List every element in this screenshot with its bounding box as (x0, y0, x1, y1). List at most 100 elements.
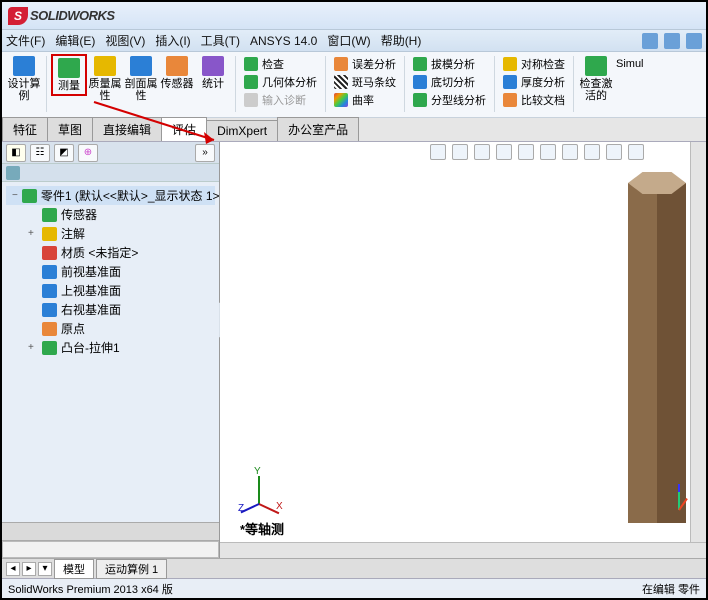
cmd-sensor[interactable]: 传感器 (159, 54, 195, 92)
status-edit-mode: 在编辑 零件 (642, 581, 700, 597)
rtab-features[interactable]: 特征 (2, 117, 48, 141)
cmd-measure[interactable]: 测量 (51, 54, 87, 96)
rtab-sketch[interactable]: 草图 (47, 117, 93, 141)
panel-options[interactable]: » (195, 144, 215, 162)
tree-item-top-plane[interactable]: 上视基准面 (6, 281, 215, 300)
mass-prop-icon (94, 56, 116, 76)
bottom-tab-motion-study[interactable]: 运动算例 1 (96, 559, 167, 579)
cmd-design-study[interactable]: 设计算 例 (6, 54, 42, 104)
zoom-area-icon[interactable] (452, 144, 468, 160)
cmd-simulation[interactable]: Simul (614, 54, 646, 74)
tree-item-origin[interactable]: 原点 (6, 319, 215, 338)
cmd-parting-line-analysis[interactable]: 分型线分析 (413, 92, 486, 108)
panel-tabs[interactable]: ◧ ☷ ◩ ⊕ » (2, 142, 219, 164)
plane-icon (42, 303, 57, 317)
menu-file[interactable]: 文件(F) (6, 32, 45, 49)
ptab-configuration-manager[interactable]: ◩ (54, 144, 74, 162)
logo-text: SOLIDWORKS (30, 8, 115, 23)
rtab-direct-edit[interactable]: 直接编辑 (92, 117, 162, 141)
panel-splitter[interactable] (2, 522, 219, 540)
section-view-icon[interactable] (496, 144, 512, 160)
cmd-geometry-analysis[interactable]: 几何体分析 (244, 74, 317, 90)
annotation-icon (42, 227, 57, 241)
menu-edit[interactable]: 编辑(E) (55, 32, 95, 49)
tree-item-annotations[interactable]: +注解 (6, 224, 215, 243)
zoom-to-fit-icon[interactable] (430, 144, 446, 160)
check-icon (244, 57, 258, 71)
heads-up-toolbar[interactable] (430, 144, 644, 160)
menu-window[interactable]: 窗口(W) (327, 32, 370, 49)
tree-item-boss-extrude1[interactable]: +凸台-拉伸1 (6, 338, 215, 357)
feature-tree[interactable]: − 零件1 (默认<<默认>_显示状态 1> 传感器 +注解 材质 <未指定> … (2, 182, 219, 522)
panel-scrollbar[interactable] (2, 540, 219, 558)
previous-view-icon[interactable] (474, 144, 490, 160)
statistics-icon (202, 56, 224, 76)
bottom-next-icon[interactable]: ▸ (22, 562, 36, 576)
cmd-deviation-analysis[interactable]: 误差分析 (334, 56, 396, 72)
menu-help[interactable]: 帮助(H) (381, 32, 422, 49)
tree-item-right-plane[interactable]: 右视基准面 (6, 300, 215, 319)
ptab-feature-manager[interactable]: ◧ (6, 144, 26, 162)
menu-ansys[interactable]: ANSYS 14.0 (250, 34, 317, 48)
tree-item-material[interactable]: 材质 <未指定> (6, 243, 215, 262)
tree-root[interactable]: − 零件1 (默认<<默认>_显示状态 1> (6, 186, 215, 205)
menu-insert[interactable]: 插入(I) (155, 32, 190, 49)
graphics-viewport[interactable]: YXZ *等轴测 (220, 142, 706, 558)
config-icon: ◩ (59, 147, 68, 158)
bottom-tab-model[interactable]: 模型 (54, 559, 94, 579)
geometry-icon (244, 75, 258, 89)
menu-tools[interactable]: 工具(T) (201, 32, 240, 49)
bottom-list-icon[interactable]: ▾ (38, 562, 52, 576)
edit-appearance-icon[interactable] (584, 144, 600, 160)
cmd-mass-properties[interactable]: 质量属 性 (87, 54, 123, 104)
rtab-office-products[interactable]: 办公室产品 (277, 117, 359, 141)
rtab-dimxpert[interactable]: DimXpert (206, 120, 278, 141)
dimxpert-icon: ⊕ (84, 147, 92, 158)
menu-bar[interactable]: 文件(F) 编辑(E) 视图(V) 插入(I) 工具(T) ANSYS 14.0… (2, 30, 706, 52)
cmd-zebra-stripes[interactable]: 斑马条纹 (334, 74, 396, 90)
cmd-check-active[interactable]: 检查激 活的 (578, 54, 614, 104)
apply-scene-icon[interactable] (606, 144, 622, 160)
qat-icon[interactable] (642, 33, 658, 49)
reference-triad[interactable]: YXZ (240, 472, 280, 512)
qat-icon[interactable] (686, 33, 702, 49)
viewport-vscrollbar[interactable] (690, 142, 706, 542)
property-icon: ☷ (36, 147, 45, 158)
plane-icon (42, 284, 57, 298)
parting-icon (413, 93, 427, 107)
rtab-evaluate[interactable]: 评估 (161, 117, 207, 141)
check-active-icon (585, 56, 607, 76)
cmd-thickness-analysis[interactable]: 厚度分析 (503, 74, 565, 90)
filter-icon (6, 166, 20, 180)
cmd-check[interactable]: 检查 (244, 56, 317, 72)
bottom-prev-icon[interactable]: ◂ (6, 562, 20, 576)
cmd-import-diagnostics[interactable]: 输入诊断 (244, 92, 317, 108)
view-settings-icon[interactable] (628, 144, 644, 160)
cmd-undercut-analysis[interactable]: 底切分析 (413, 74, 486, 90)
cmd-compare-documents[interactable]: 比较文档 (503, 92, 565, 108)
material-icon (42, 246, 57, 260)
ptab-dimxpert-manager[interactable]: ⊕ (78, 144, 98, 162)
model-hex-prism[interactable] (628, 172, 686, 522)
qat-icon[interactable] (664, 33, 680, 49)
filter-row[interactable] (2, 164, 219, 182)
cmd-symmetry-check[interactable]: 对称检查 (503, 56, 565, 72)
cube-icon: ◧ (11, 147, 20, 158)
logo-icon: S (8, 7, 28, 25)
main-area: ◧ ☷ ◩ ⊕ » − 零件1 (默认<<默认>_显示状态 1> 传感器 +注解… (2, 142, 706, 558)
display-style-icon[interactable] (540, 144, 556, 160)
ptab-property-manager[interactable]: ☷ (30, 144, 50, 162)
hide-show-items-icon[interactable] (562, 144, 578, 160)
cmd-draft-analysis[interactable]: 拔模分析 (413, 56, 486, 72)
cmd-section-properties[interactable]: 剖面属 性 (123, 54, 159, 104)
undercut-icon (413, 75, 427, 89)
quick-access[interactable] (642, 33, 702, 49)
tree-item-sensors[interactable]: 传感器 (6, 205, 215, 224)
view-orientation-icon[interactable] (518, 144, 534, 160)
tree-item-front-plane[interactable]: 前视基准面 (6, 262, 215, 281)
menu-view[interactable]: 视图(V) (105, 32, 145, 49)
viewport-hscrollbar[interactable] (220, 542, 706, 558)
cmd-curvature[interactable]: 曲率 (334, 92, 396, 108)
section-prop-icon (130, 56, 152, 76)
cmd-statistics[interactable]: 统计 (195, 54, 231, 92)
